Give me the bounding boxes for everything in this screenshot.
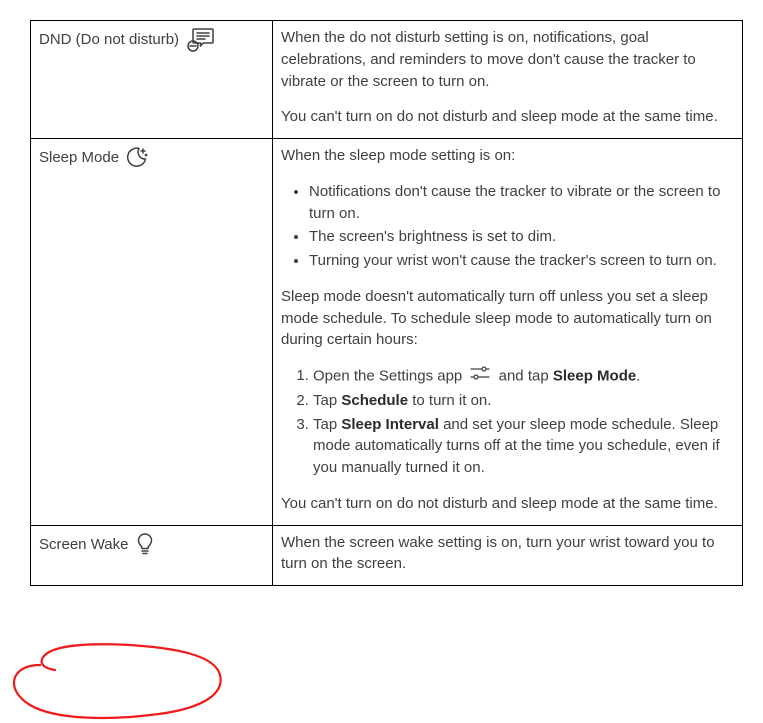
sliders-icon bbox=[469, 365, 491, 388]
dnd-icon bbox=[185, 27, 215, 53]
cell-sleep-desc: When the sleep mode setting is on: Notif… bbox=[273, 139, 743, 526]
dnd-label: DND (Do not disturb) bbox=[39, 27, 179, 51]
cell-dnd-desc: When the do not disturb setting is on, n… bbox=[273, 21, 743, 139]
sleep-bullet-1: Notifications don't cause the tracker to… bbox=[309, 181, 734, 225]
settings-table: DND (Do not disturb) When the d bbox=[30, 20, 743, 586]
dnd-desc-2: You can't turn on do not disturb and sle… bbox=[281, 106, 734, 128]
sleep-outro: You can't turn on do not disturb and sle… bbox=[281, 493, 734, 515]
sleep-step2-bold: Schedule bbox=[341, 392, 408, 409]
row-wake: Screen Wake When the screen wake setting… bbox=[31, 525, 743, 586]
sleep-step-3: Tap Sleep Interval and set your sleep mo… bbox=[313, 414, 734, 479]
sleep-step-2: Tap Schedule to turn it on. bbox=[313, 390, 734, 412]
sleep-bullet-2: The screen's brightness is set to dim. bbox=[309, 226, 734, 248]
sleep-intro: When the sleep mode setting is on: bbox=[281, 145, 734, 167]
sleep-steps: Open the Settings app and tap Sleep Mode… bbox=[281, 365, 734, 479]
sleep-step3-bold: Sleep Interval bbox=[341, 416, 439, 433]
annotation-circle bbox=[0, 620, 260, 723]
sleep-bullet-3: Turning your wrist won't cause the track… bbox=[309, 250, 734, 272]
cell-sleep-label: Sleep Mode bbox=[31, 139, 273, 526]
cell-wake-label: Screen Wake bbox=[31, 525, 273, 586]
wake-desc: When the screen wake setting is on, turn… bbox=[281, 532, 734, 576]
cell-wake-desc: When the screen wake setting is on, turn… bbox=[273, 525, 743, 586]
sleep-step2-pre: Tap bbox=[313, 392, 337, 409]
row-dnd: DND (Do not disturb) When the d bbox=[31, 21, 743, 139]
sleep-bullets: Notifications don't cause the tracker to… bbox=[281, 181, 734, 272]
sleep-step2-post: to turn it on. bbox=[412, 392, 491, 409]
row-sleep: Sleep Mode When the sleep mode setting i… bbox=[31, 139, 743, 526]
sleep-step1-bold: Sleep Mode bbox=[553, 367, 636, 384]
sleep-label: Sleep Mode bbox=[39, 145, 119, 169]
sleep-mid: Sleep mode doesn't automatically turn of… bbox=[281, 286, 734, 351]
wake-label: Screen Wake bbox=[39, 532, 128, 556]
dnd-desc-1: When the do not disturb setting is on, n… bbox=[281, 27, 734, 92]
sleep-step1-post: and tap bbox=[499, 367, 549, 384]
sleep-step3-pre: Tap bbox=[313, 416, 337, 433]
moon-icon bbox=[125, 145, 149, 169]
sleep-step-1: Open the Settings app and tap Sleep Mode… bbox=[313, 365, 734, 388]
cell-dnd-label: DND (Do not disturb) bbox=[31, 21, 273, 139]
sleep-step1-pre: Open the Settings app bbox=[313, 367, 462, 384]
lightbulb-icon bbox=[134, 532, 156, 556]
